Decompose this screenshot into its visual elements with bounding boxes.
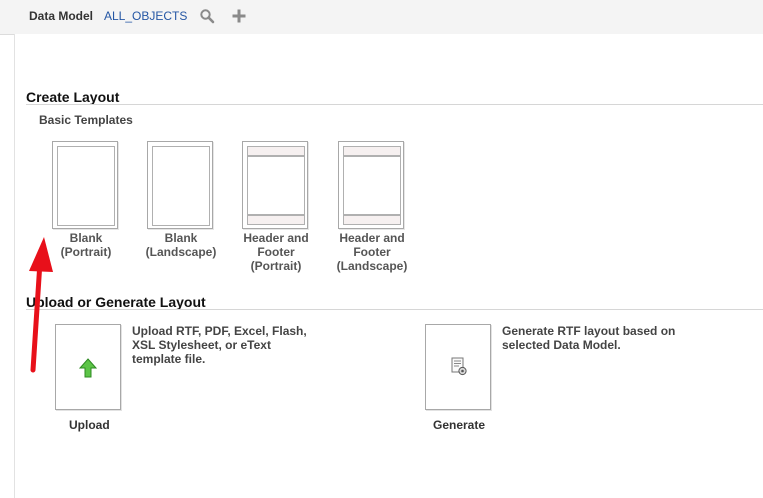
template-header-band bbox=[247, 146, 305, 156]
template-header-band bbox=[343, 146, 401, 156]
toolbar: Data Model ALL_OBJECTS bbox=[0, 0, 763, 35]
data-model-label: Data Model bbox=[29, 9, 94, 23]
template-blank-portrait[interactable] bbox=[52, 141, 118, 229]
generate-description: Generate RTF layout based on selected Da… bbox=[502, 324, 676, 352]
generate-document-icon bbox=[451, 357, 467, 376]
upload-generate-title: Upload or Generate Layout bbox=[26, 294, 206, 310]
upload-arrow-icon bbox=[79, 358, 97, 378]
template-header-footer-portrait[interactable] bbox=[242, 141, 308, 229]
create-layout-title: Create Layout bbox=[26, 89, 120, 105]
plus-icon[interactable] bbox=[231, 8, 247, 24]
template-label: Blank (Portrait) bbox=[60, 231, 112, 259]
upload-description: Upload RTF, PDF, Excel, Flash, XSL Style… bbox=[132, 324, 307, 366]
template-body-area bbox=[247, 156, 305, 215]
upload-label: Upload bbox=[69, 418, 110, 432]
section-divider bbox=[26, 104, 763, 105]
template-label: Header and Footer (Portrait) bbox=[243, 231, 309, 273]
template-blank-landscape[interactable] bbox=[147, 141, 213, 229]
template-page-preview bbox=[57, 146, 115, 226]
template-page-preview bbox=[152, 146, 210, 226]
basic-templates-subtitle: Basic Templates bbox=[39, 113, 133, 127]
data-model-link[interactable]: ALL_OBJECTS bbox=[104, 9, 187, 23]
template-label: Blank (Landscape) bbox=[145, 231, 217, 259]
section-divider bbox=[26, 309, 763, 310]
template-body-area bbox=[343, 156, 401, 215]
template-header-footer-landscape[interactable] bbox=[338, 141, 404, 229]
search-icon[interactable] bbox=[199, 8, 215, 24]
template-label: Header and Footer (Landscape) bbox=[336, 231, 408, 273]
generate-button[interactable] bbox=[425, 324, 491, 410]
template-footer-band bbox=[343, 215, 401, 225]
generate-label: Generate bbox=[433, 418, 486, 432]
upload-button[interactable] bbox=[55, 324, 121, 410]
template-footer-band bbox=[247, 215, 305, 225]
